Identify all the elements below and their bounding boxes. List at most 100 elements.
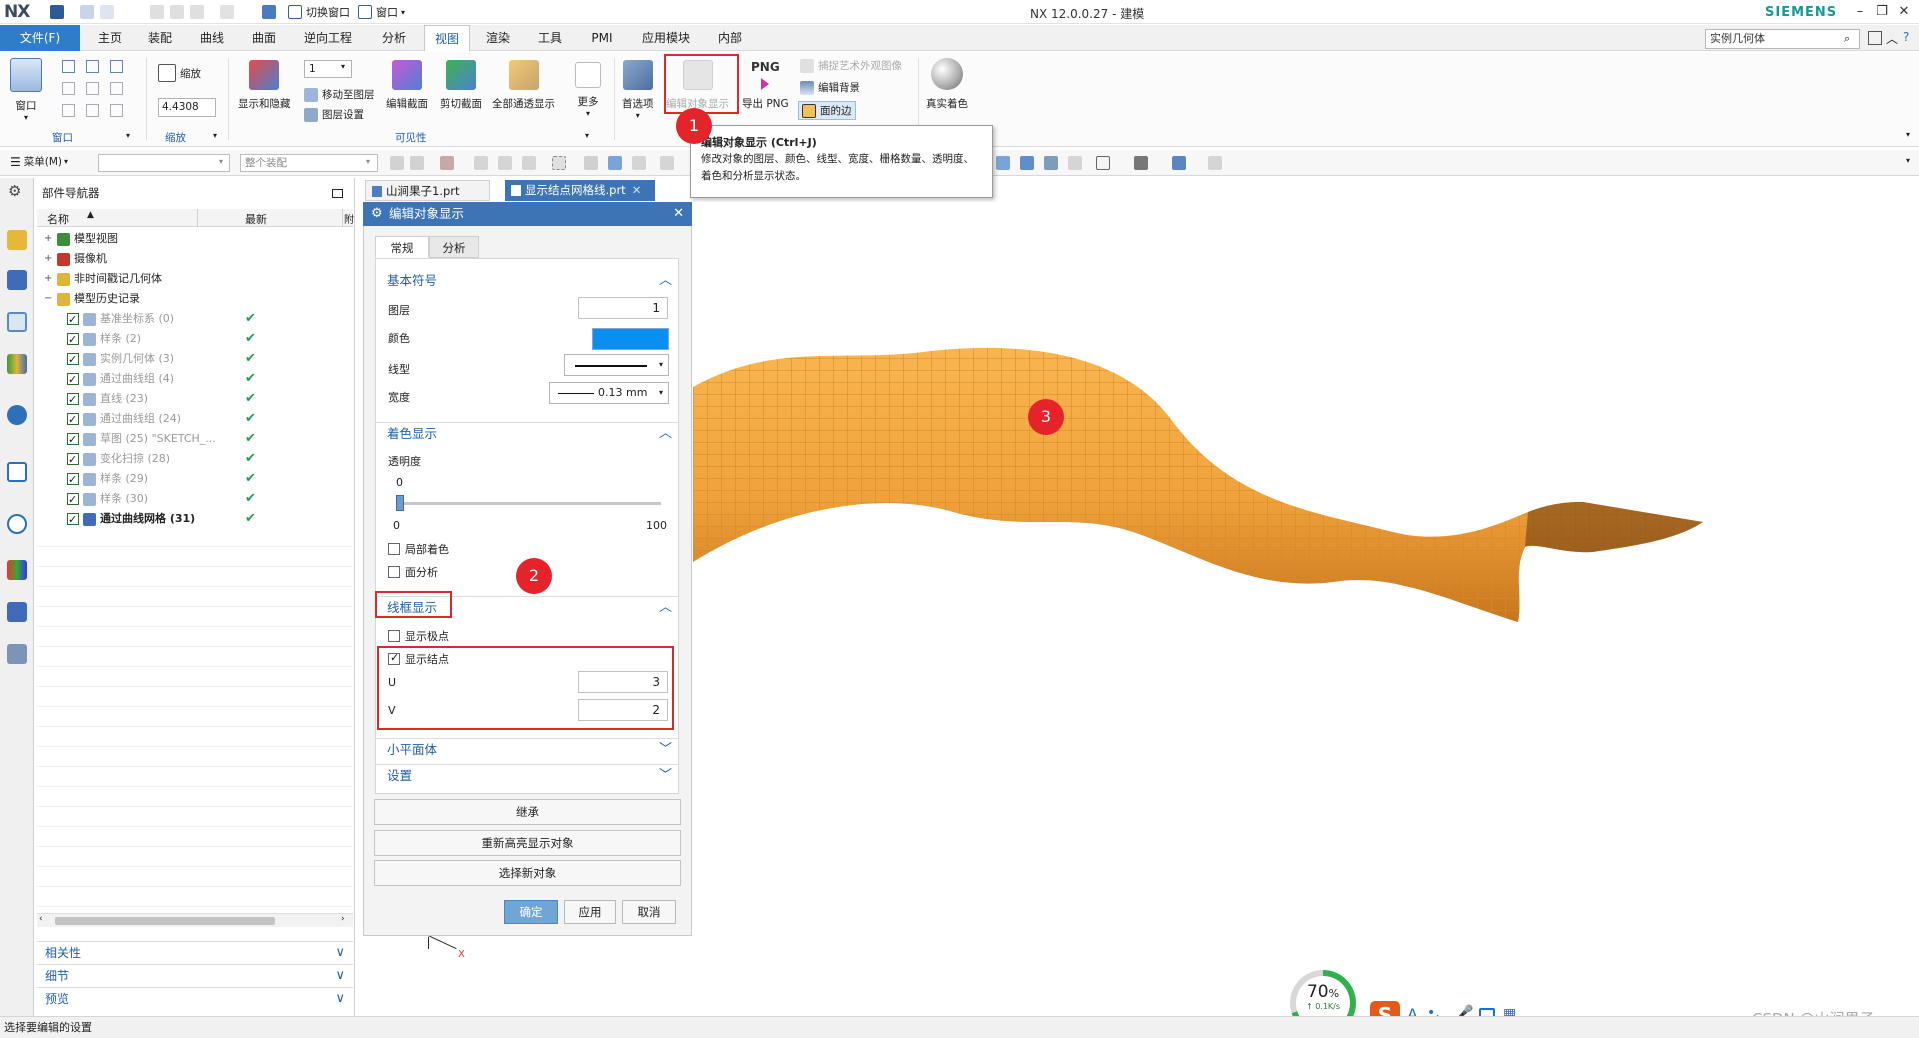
layout-nine-icon[interactable]	[110, 104, 123, 117]
tab-general[interactable]: 常规	[375, 236, 429, 258]
zoom-button[interactable]: 缩放	[158, 64, 201, 82]
more-visibility-button[interactable]: 更多 ▾	[575, 62, 601, 118]
u-knots-input[interactable]: 3	[578, 671, 668, 693]
ok-button[interactable]: 确定	[504, 900, 558, 924]
window-button[interactable]: 窗口 ▾	[10, 58, 42, 122]
tab-tools[interactable]: 工具	[528, 25, 572, 51]
chevron-down-icon[interactable]: ▾	[213, 131, 217, 140]
search-icon[interactable]: ⌕	[1844, 32, 1850, 46]
display-filter-icon[interactable]	[1208, 156, 1222, 170]
rotate-icon[interactable]	[1020, 156, 1034, 170]
tree-row[interactable]: 直线 (23) ✔	[37, 389, 353, 410]
transform-icon[interactable]	[632, 156, 646, 170]
navigator-horizontal-scrollbar[interactable]: ‹ ›	[37, 913, 353, 927]
switch-window-button[interactable]: 切换窗口	[288, 4, 350, 20]
roles-icon[interactable]	[7, 644, 27, 664]
line-icon[interactable]	[660, 156, 674, 170]
visibility-checkbox[interactable]	[67, 470, 79, 490]
repeat-command-icon[interactable]	[220, 5, 234, 19]
section-shading-display[interactable]: 着色显示 ︿	[375, 422, 678, 444]
all-pass-through-button[interactable]: 全部通透显示	[492, 60, 555, 111]
layout-four-icon[interactable]	[62, 82, 75, 95]
capture-art-button[interactable]: 捕捉艺术外观图像	[800, 58, 902, 73]
show-poles-checkbox[interactable]	[388, 630, 400, 642]
tree-row[interactable]: + 非时间戳记几何体	[37, 269, 353, 289]
expand-node-icon[interactable]: +	[44, 229, 52, 249]
width-select[interactable]: 0.13 mm ▾	[549, 382, 669, 404]
pan-icon[interactable]	[1044, 156, 1058, 170]
assembly-navigator-icon[interactable]	[7, 230, 27, 250]
maximize-navigator-icon[interactable]	[332, 189, 343, 198]
select-solid-icon[interactable]	[608, 156, 622, 170]
tree-row[interactable]: 基准坐标系 (0) ✔	[37, 309, 353, 330]
tree-row[interactable]: + 摄像机	[37, 249, 353, 269]
select-new-object-button[interactable]: 选择新对象	[374, 860, 681, 886]
scroll-left-icon[interactable]: ‹	[39, 914, 43, 924]
visibility-checkbox[interactable]	[67, 310, 79, 330]
rect-select-icon[interactable]	[552, 156, 566, 170]
v-knots-input[interactable]: 2	[578, 699, 668, 721]
select-face-icon[interactable]	[522, 156, 536, 170]
reuse-library-icon[interactable]	[7, 354, 27, 374]
minimize-icon[interactable]: –	[1852, 4, 1868, 20]
tab-assembly[interactable]: 装配	[138, 25, 182, 51]
restore-icon[interactable]: ❐	[1874, 4, 1890, 20]
partial-shading-checkbox[interactable]	[388, 543, 400, 555]
visibility-checkbox[interactable]	[67, 490, 79, 510]
layout-icon[interactable]	[1868, 31, 1882, 45]
close-tab-icon[interactable]: ✕	[632, 183, 642, 197]
cancel-button[interactable]: 取消	[622, 900, 676, 924]
close-window-icon[interactable]: ✕	[1896, 4, 1912, 20]
file-tab-2[interactable]: 显示结点网格线.prt ✕	[505, 180, 655, 201]
column-name[interactable]: 名称	[47, 211, 69, 227]
redo-icon[interactable]	[100, 5, 114, 19]
visibility-checkbox[interactable]	[67, 450, 79, 470]
tree-row[interactable]: 草图 (25) "SKETCH_... ✔	[37, 429, 353, 450]
visibility-checkbox[interactable]	[67, 350, 79, 370]
orient-view-icon[interactable]	[1096, 156, 1110, 170]
tab-reverse-engineering[interactable]: 逆向工程	[296, 25, 360, 51]
file-menu-tab[interactable]: 文件(F)	[0, 25, 80, 51]
tree-row[interactable]: 通过曲线组 (4) ✔	[37, 369, 353, 390]
gear-icon[interactable]: ⚙	[8, 182, 21, 200]
column-latest[interactable]: 最新	[245, 211, 267, 227]
undo-icon[interactable]	[80, 5, 94, 19]
window-menu-button[interactable]: 窗口 ▾	[358, 4, 405, 20]
layout-seven-icon[interactable]	[62, 104, 75, 117]
visibility-checkbox[interactable]	[67, 330, 79, 350]
tree-row[interactable]: 通过曲线组 (24) ✔	[37, 409, 353, 430]
face-edges-toggle[interactable]: 面的边	[798, 101, 856, 120]
selection-scope-select[interactable]: 整个装配	[240, 154, 378, 172]
tree-row[interactable]: − 模型历史记录	[37, 289, 353, 309]
color-swatch[interactable]	[592, 328, 669, 350]
layout-two-icon[interactable]	[86, 60, 99, 73]
tab-curve[interactable]: 曲线	[190, 25, 234, 51]
layer-input[interactable]: 1	[578, 297, 668, 319]
visibility-checkbox[interactable]	[67, 510, 79, 530]
tree-row[interactable]: 样条 (29) ✔	[37, 469, 353, 490]
chevron-down-icon[interactable]: ▾	[585, 131, 589, 140]
collapse-node-icon[interactable]: −	[44, 289, 52, 309]
help-icon[interactable]: ?	[1903, 30, 1909, 44]
tab-internal[interactable]: 内部	[708, 25, 752, 51]
web-browser-icon[interactable]	[7, 462, 27, 482]
tree-row[interactable]: 通过曲线网格 (31) ✔	[37, 509, 353, 530]
export-png-button[interactable]: PNG 导出 PNG	[742, 60, 789, 111]
layout-eight-icon[interactable]	[86, 104, 99, 117]
snap-point-icon[interactable]	[474, 156, 488, 170]
tab-pmi[interactable]: PMI	[580, 25, 624, 51]
fit-icon[interactable]	[996, 156, 1010, 170]
move-to-layer-button[interactable]: 移动至图层	[304, 87, 375, 102]
graphics-viewport[interactable]	[652, 202, 1917, 1016]
slider-handle[interactable]	[396, 495, 404, 511]
type-filter-select[interactable]	[98, 154, 230, 172]
visibility-checkbox[interactable]	[67, 370, 79, 390]
apply-button[interactable]: 应用	[564, 900, 616, 924]
tree-row[interactable]: 实例几何体 (3) ✔	[37, 349, 353, 370]
section-facet-body[interactable]: 小平面体 ﹀	[375, 738, 678, 760]
layout-six-icon[interactable]	[110, 82, 123, 95]
tab-home[interactable]: 主页	[88, 25, 132, 51]
inherit-button[interactable]: 继承	[374, 799, 681, 825]
chevron-down-icon[interactable]: ▾	[1906, 156, 1910, 165]
mesh-surface[interactable]	[693, 347, 1703, 622]
